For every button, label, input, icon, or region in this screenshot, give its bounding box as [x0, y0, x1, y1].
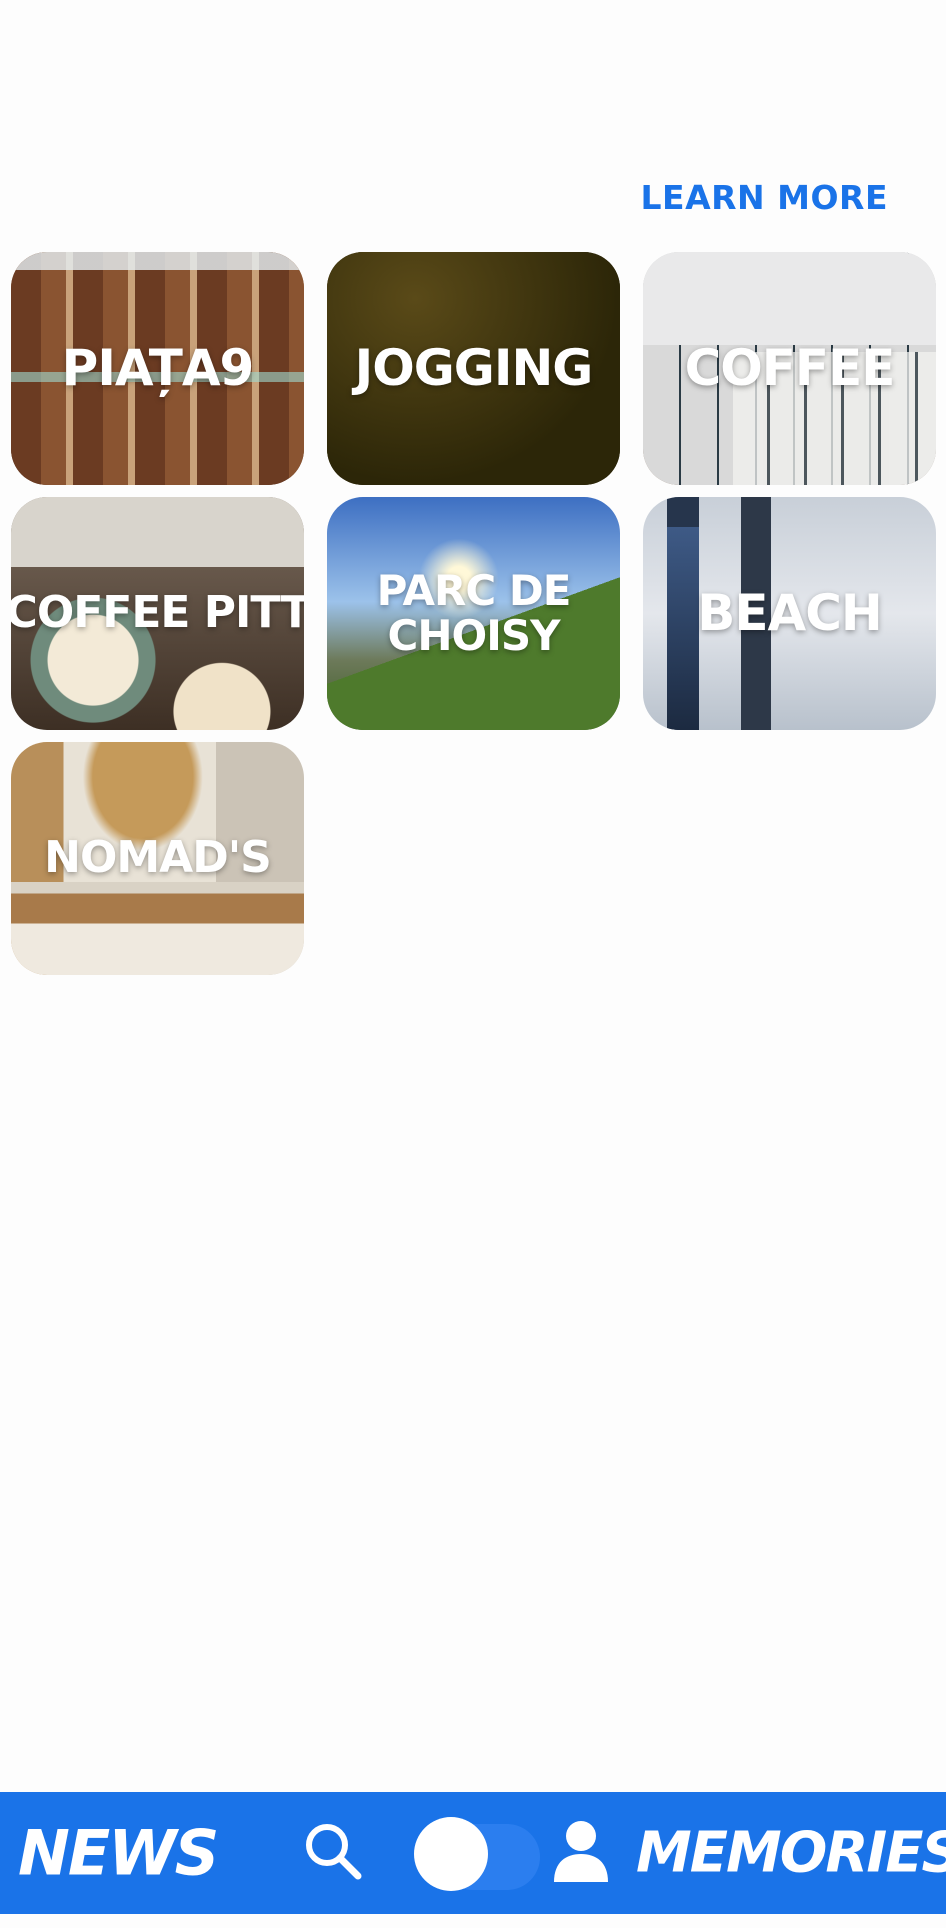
tile-label: PARC DE CHOISY: [376, 566, 572, 660]
tile-label: PIAȚA9: [61, 339, 255, 398]
search-icon[interactable]: [302, 1820, 364, 1882]
place-tile-piata9[interactable]: PIAȚA9: [11, 252, 304, 485]
news-tab[interactable]: NEWS: [18, 1817, 219, 1890]
tile-label: BEACH: [697, 584, 883, 643]
place-tile-coffee-pitt[interactable]: COFFEE PITT: [11, 497, 304, 730]
place-tile-nomads[interactable]: NOMAD'S: [11, 742, 304, 975]
learn-more-link[interactable]: LEARN MORE: [641, 178, 888, 217]
tile-label: COFFEE PITT: [11, 587, 304, 639]
tile-label: COFFEE: [684, 339, 896, 398]
toggle-switch[interactable]: [410, 1812, 540, 1892]
places-grid: PIAȚA9 JOGGING COFFEE COFFEE PITT PARC D…: [11, 252, 936, 975]
person-icon[interactable]: [550, 1818, 612, 1884]
memories-tab[interactable]: MEMORIES: [636, 1821, 946, 1886]
bottom-navbar: NEWS MEMORIES: [0, 1792, 946, 1914]
place-tile-jogging[interactable]: JOGGING: [327, 252, 620, 485]
tile-label: NOMAD'S: [44, 832, 272, 884]
toggle-knob: [414, 1817, 488, 1891]
place-tile-beach[interactable]: BEACH: [643, 497, 936, 730]
tile-label: JOGGING: [354, 339, 594, 398]
place-tile-parc-de-choisy[interactable]: PARC DE CHOISY: [327, 497, 620, 730]
place-tile-coffee[interactable]: COFFEE: [643, 252, 936, 485]
